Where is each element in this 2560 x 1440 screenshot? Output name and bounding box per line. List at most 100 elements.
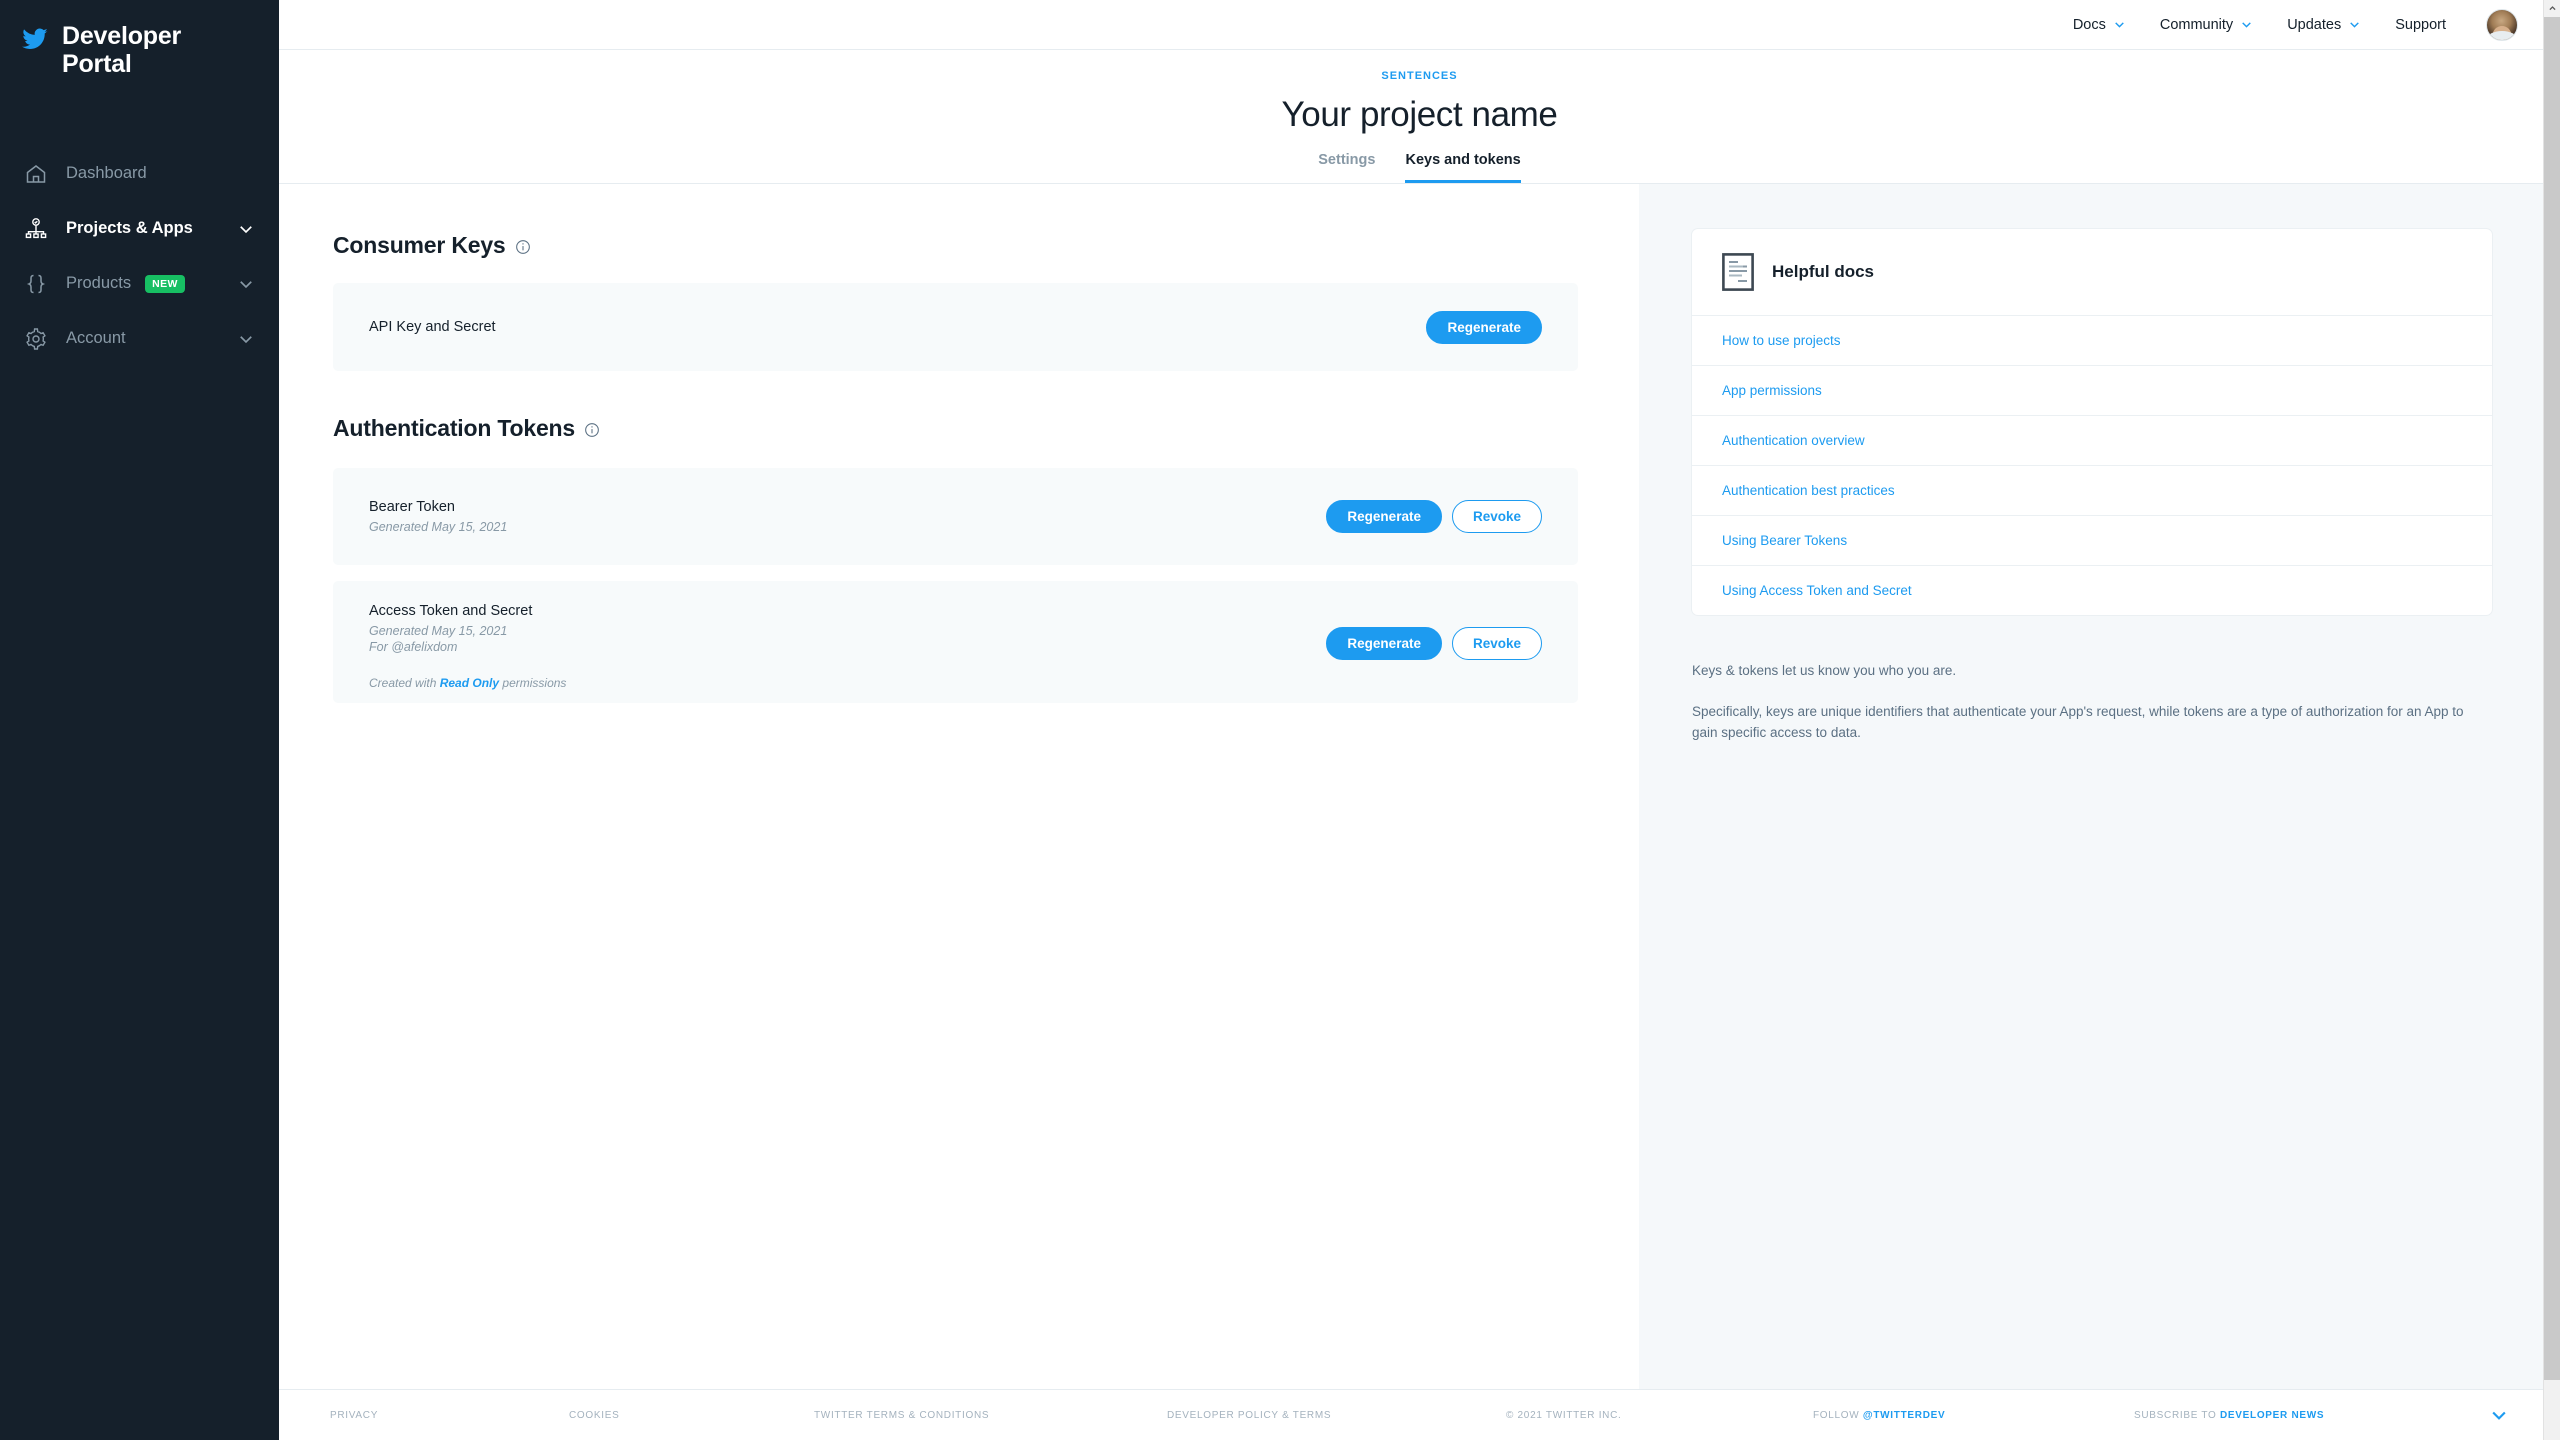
info-circle-icon[interactable] [584, 422, 600, 438]
sidebar-item-account[interactable]: Account [0, 311, 279, 366]
docs-link-authentication-overview[interactable]: Authentication overview [1692, 415, 2492, 465]
keys-tokens-column: Consumer Keys API Key and Secret Regener… [279, 184, 1639, 1389]
description-paragraph-1: Keys & tokens let us know you who you ar… [1692, 661, 2482, 682]
home-icon [22, 160, 50, 188]
docs-link-how-to-use-projects[interactable]: How to use projects [1692, 315, 2492, 365]
top-nav-community[interactable]: Community [2160, 17, 2253, 33]
regenerate-bearer-token-button[interactable]: Regenerate [1326, 500, 1442, 533]
content-columns: Consumer Keys API Key and Secret Regener… [279, 184, 2560, 1389]
brand-title: Developer Portal [62, 22, 181, 78]
footer-link-developer-policy[interactable]: DEVELOPER POLICY & TERMS [1167, 1410, 1331, 1421]
top-nav-updates[interactable]: Updates [2287, 17, 2361, 33]
access-token-for-user: For @afelixdom [369, 640, 566, 654]
footer-link-terms[interactable]: TWITTER TERMS & CONDITIONS [814, 1410, 989, 1421]
permissions-prefix: Created with [369, 676, 440, 690]
info-circle-icon[interactable] [515, 239, 531, 255]
helpful-docs-header: Helpful docs [1692, 229, 2492, 315]
regenerate-access-token-button[interactable]: Regenerate [1326, 627, 1442, 660]
tab-keys-and-tokens[interactable]: Keys and tokens [1405, 152, 1520, 183]
chevron-down-icon [2113, 18, 2126, 31]
page-footer: PRIVACY COOKIES TWITTER TERMS & CONDITIO… [279, 1389, 2560, 1440]
chevron-down-icon [2348, 18, 2361, 31]
main-area: Docs Community Updates Support SENTENCES… [279, 0, 2560, 1440]
sidebar-item-dashboard[interactable]: Dashboard [0, 146, 279, 201]
access-token-actions: Regenerate Revoke [1326, 627, 1542, 660]
user-avatar[interactable] [2486, 9, 2518, 41]
helpful-docs-title: Helpful docs [1772, 262, 1874, 282]
footer-link-cookies[interactable]: COOKIES [569, 1410, 619, 1421]
chevron-down-icon[interactable] [237, 220, 255, 238]
top-navigation: Docs Community Updates Support [279, 0, 2560, 50]
api-key-info: API Key and Secret [369, 319, 496, 335]
access-token-label: Access Token and Secret [369, 603, 566, 619]
section-label: Authentication Tokens [333, 415, 575, 442]
chevron-down-icon[interactable] [237, 275, 255, 293]
revoke-bearer-token-button[interactable]: Revoke [1452, 500, 1542, 533]
top-nav-label: Support [2395, 17, 2446, 33]
subscribe-prefix: SUBSCRIBE TO [2134, 1410, 2220, 1421]
access-token-info: Access Token and Secret Generated May 15… [369, 603, 566, 690]
footer-follow[interactable]: FOLLOW @TWITTERDEV [1813, 1410, 1945, 1421]
consumer-keys-heading: Consumer Keys [333, 232, 1639, 259]
project-tabs: Settings Keys and tokens [279, 152, 2560, 183]
scrollbar-up-arrow[interactable] [2544, 0, 2560, 17]
access-token-row: Access Token and Secret Generated May 15… [333, 581, 1578, 703]
brand-logo[interactable]: Developer Portal [0, 0, 279, 78]
bearer-token-generated: Generated May 15, 2021 [369, 520, 507, 534]
docs-link-app-permissions[interactable]: App permissions [1692, 365, 2492, 415]
chevron-up-icon [2548, 4, 2557, 13]
new-badge: NEW [145, 275, 185, 293]
bearer-token-actions: Regenerate Revoke [1326, 500, 1542, 533]
top-nav-support[interactable]: Support [2395, 17, 2446, 33]
sidebar-item-label: Projects & Apps [66, 219, 193, 238]
gear-icon [22, 325, 50, 353]
chevron-down-icon[interactable] [237, 330, 255, 348]
top-nav-label: Community [2160, 17, 2233, 33]
follow-prefix: FOLLOW [1813, 1410, 1863, 1421]
subscribe-link: DEVELOPER NEWS [2220, 1410, 2324, 1421]
breadcrumb[interactable]: SENTENCES [279, 70, 2560, 82]
bearer-token-info: Bearer Token Generated May 15, 2021 [369, 499, 507, 534]
read-only-link[interactable]: Read Only [440, 676, 499, 690]
twitter-bird-icon [22, 26, 48, 52]
docs-link-using-access-token-and-secret[interactable]: Using Access Token and Secret [1692, 565, 2492, 615]
revoke-access-token-button[interactable]: Revoke [1452, 627, 1542, 660]
access-token-generated: Generated May 15, 2021 [369, 624, 566, 638]
page-scrollbar[interactable] [2543, 0, 2560, 1440]
api-key-actions: Regenerate [1426, 311, 1542, 344]
sidebar-item-products[interactable]: Products NEW [0, 256, 279, 311]
docs-link-using-bearer-tokens[interactable]: Using Bearer Tokens [1692, 515, 2492, 565]
bearer-token-row: Bearer Token Generated May 15, 2021 Rege… [333, 468, 1578, 565]
page-title: Your project name [279, 95, 2560, 135]
authentication-tokens-heading: Authentication Tokens [333, 415, 1639, 442]
document-icon [1722, 253, 1754, 291]
regenerate-api-key-button[interactable]: Regenerate [1426, 311, 1542, 344]
follow-handle: @TWITTERDEV [1863, 1410, 1945, 1421]
projects-icon [22, 215, 50, 243]
footer-link-privacy[interactable]: PRIVACY [330, 1410, 378, 1421]
api-key-secret-row: API Key and Secret Regenerate [333, 283, 1578, 371]
tab-settings[interactable]: Settings [1318, 152, 1375, 183]
braces-icon [22, 270, 50, 298]
helpful-docs-panel: Helpful docs How to use projects App per… [1692, 229, 2492, 615]
brand-line-1: Developer [62, 22, 181, 50]
app-root: Developer Portal Dashboard [0, 0, 2560, 1440]
sidebar-item-label: Products [66, 274, 131, 293]
sidebar-item-projects-apps[interactable]: Projects & Apps [0, 201, 279, 256]
sidebar: Developer Portal Dashboard [0, 0, 279, 1440]
api-key-label: API Key and Secret [369, 319, 496, 335]
chevron-down-icon[interactable] [2489, 1405, 2509, 1425]
permissions-suffix: permissions [499, 676, 566, 690]
helpful-docs-column: Helpful docs How to use projects App per… [1639, 184, 2560, 1389]
top-nav-label: Docs [2073, 17, 2106, 33]
description-paragraph-2: Specifically, keys are unique identifier… [1692, 702, 2482, 744]
sidebar-item-label: Dashboard [66, 164, 147, 183]
project-header: SENTENCES Your project name Settings Key… [279, 50, 2560, 183]
top-nav-label: Updates [2287, 17, 2341, 33]
sidebar-nav: Dashboard Projects & Apps [0, 146, 279, 366]
footer-subscribe[interactable]: SUBSCRIBE TO DEVELOPER NEWS [2134, 1410, 2324, 1421]
docs-link-authentication-best-practices[interactable]: Authentication best practices [1692, 465, 2492, 515]
top-nav-docs[interactable]: Docs [2073, 17, 2126, 33]
scrollbar-thumb[interactable] [2544, 17, 2560, 1380]
helpful-docs-description: Keys & tokens let us know you who you ar… [1692, 661, 2482, 744]
